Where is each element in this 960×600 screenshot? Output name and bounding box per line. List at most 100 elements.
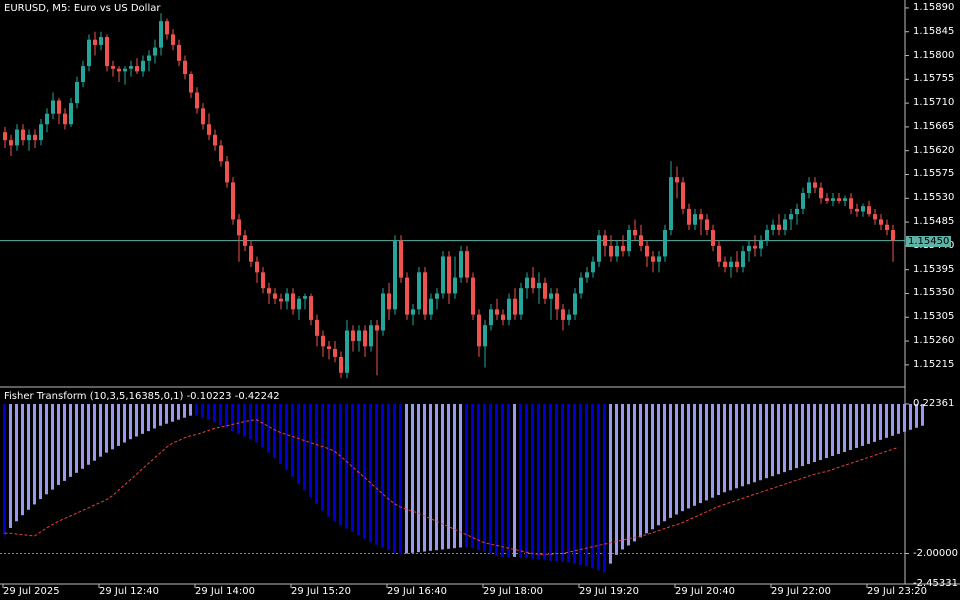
candle-body <box>651 256 655 262</box>
fisher-bar <box>285 404 288 471</box>
fisher-bar <box>381 404 384 548</box>
fisher-bar <box>399 404 402 555</box>
candle-body <box>459 251 463 278</box>
time-tick-label: 29 Jul 2025 <box>3 586 60 597</box>
candle-body <box>183 60 187 75</box>
candle-body <box>441 256 445 294</box>
fisher-bar <box>315 404 318 504</box>
candle-body <box>75 81 79 104</box>
fisher-bar <box>153 404 156 429</box>
time-tick-label: 29 Jul 23:20 <box>867 586 927 597</box>
price-tick-label: 1.15395 <box>913 263 955 275</box>
fisher-bar <box>771 404 774 477</box>
candle-body <box>351 330 355 342</box>
indicator-caption: Fisher Transform (10,3,5,16385,0,1) -0.1… <box>4 391 280 402</box>
candle-body <box>753 245 757 249</box>
fisher-bar <box>15 404 18 522</box>
fisher-bar <box>801 404 804 467</box>
fisher-bar <box>93 404 96 461</box>
candle-body <box>117 68 121 72</box>
fisher-bar <box>777 404 780 475</box>
fisher-bar <box>861 404 864 446</box>
candle-body <box>801 193 805 209</box>
fisher-bar <box>831 404 834 457</box>
candle-body <box>561 309 565 320</box>
candle-body <box>393 240 397 310</box>
fisher-bar <box>813 404 816 463</box>
fisher-bar <box>687 404 690 509</box>
fisher-bar <box>681 404 684 512</box>
fisher-bar <box>585 404 588 567</box>
candle-body <box>411 309 415 315</box>
candle-body <box>789 214 793 220</box>
time-tick-label: 29 Jul 15:20 <box>291 586 351 597</box>
candle-body <box>501 314 505 320</box>
candle-body <box>765 230 769 241</box>
price-tick-label: 1.15890 <box>913 1 955 13</box>
fisher-bar <box>357 404 360 536</box>
fisher-bar <box>201 404 204 418</box>
candle-body <box>177 44 181 61</box>
candle-body <box>345 330 349 373</box>
current-price-tag: 1.15450 <box>906 235 952 247</box>
fisher-bar <box>171 404 174 422</box>
fisher-bar <box>717 404 720 496</box>
candle-body <box>141 60 145 72</box>
candle-body <box>357 330 361 342</box>
candle-body <box>495 309 499 315</box>
candle-body <box>171 34 175 45</box>
candle-body <box>603 235 607 246</box>
candle-body <box>303 296 307 299</box>
candle-body <box>165 21 169 35</box>
candle-body <box>513 298 517 315</box>
candle-body <box>567 314 571 320</box>
fisher-bar <box>525 404 528 559</box>
time-tick-label: 29 Jul 18:00 <box>483 586 543 597</box>
fisher-bar <box>213 404 216 423</box>
fisher-bar <box>699 404 702 504</box>
fisher-bar <box>435 404 438 551</box>
candle-body <box>735 261 739 268</box>
fisher-bar <box>609 404 612 564</box>
candle-body <box>477 314 481 347</box>
fisher-bar <box>897 404 900 434</box>
candle-body <box>549 293 553 299</box>
candle-body <box>531 277 535 289</box>
candle-body <box>105 37 109 67</box>
time-tick-label: 29 Jul 20:40 <box>675 586 735 597</box>
price-tick-label: 1.15665 <box>913 120 955 132</box>
indicator-tick-label: -2.00000 <box>913 547 958 559</box>
fisher-bar <box>33 404 36 505</box>
fisher-bar <box>123 404 126 443</box>
time-tick-label: 29 Jul 12:40 <box>99 586 159 597</box>
chart-canvas[interactable] <box>0 0 960 600</box>
candle-body <box>537 282 541 289</box>
candle-body <box>717 245 721 262</box>
fisher-bar <box>141 404 144 434</box>
candle-body <box>423 272 427 315</box>
candle-body <box>51 100 55 114</box>
candle-body <box>417 272 421 310</box>
fisher-bar <box>651 404 654 530</box>
fisher-bar <box>309 404 312 498</box>
fisher-bar <box>759 404 762 481</box>
fisher-bar <box>441 404 444 550</box>
candle-body <box>741 251 745 268</box>
fisher-bar <box>741 404 744 487</box>
fisher-bar <box>531 404 534 559</box>
fisher-bar <box>219 404 222 426</box>
mt5-chart-window[interactable]: EURUSD, M5: Euro vs US Dollar Fisher Tra… <box>0 0 960 600</box>
candle-body <box>723 261 727 268</box>
candle-body <box>249 245 253 262</box>
candle-body <box>771 224 775 231</box>
fisher-bar <box>303 404 306 491</box>
fisher-bar <box>711 404 714 498</box>
fisher-bar <box>405 404 408 554</box>
fisher-bar <box>879 404 882 440</box>
candle-body <box>483 325 487 347</box>
candle-body <box>195 92 199 109</box>
price-tick-label: 1.15710 <box>913 97 955 109</box>
fisher-bar <box>345 404 348 529</box>
candle-body <box>33 134 37 141</box>
candle-body <box>885 224 889 231</box>
